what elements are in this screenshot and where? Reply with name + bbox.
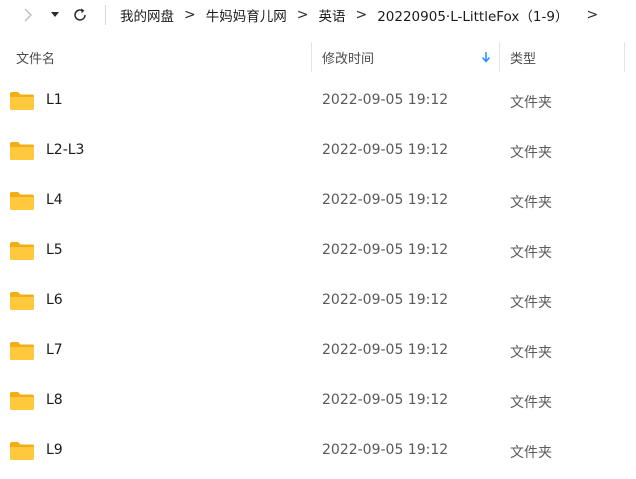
column-name-header[interactable]: 文件名 (16, 40, 296, 74)
file-date: 2022-09-05 19:12 (322, 92, 449, 108)
breadcrumb-separator-icon[interactable]: > (184, 7, 196, 23)
list-item[interactable]: L4 2022-09-05 19:12 文件夹 (0, 177, 636, 227)
file-explorer-window: 我的网盘 > 牛妈妈育儿网 > 英语 > 20220905·L-LittleFo… (0, 0, 636, 479)
list-item[interactable]: L8 2022-09-05 19:12 文件夹 (0, 377, 636, 427)
file-date: 2022-09-05 19:12 (322, 242, 449, 258)
sort-down-arrow-icon (481, 52, 491, 63)
file-name: L9 (46, 442, 63, 458)
folder-icon (10, 92, 34, 110)
folder-icon (10, 192, 34, 210)
breadcrumb-item[interactable]: 我的网盘 (120, 5, 174, 25)
file-type: 文件夹 (510, 245, 552, 261)
breadcrumb-item[interactable]: 牛妈妈育儿网 (206, 5, 287, 25)
refresh-icon (74, 8, 86, 21)
column-name-label: 文件名 (16, 51, 56, 67)
column-header: 文件名 修改时间 类型 (0, 40, 636, 74)
file-date: 2022-09-05 19:12 (322, 442, 449, 458)
column-date-label: 修改时间 (322, 51, 375, 67)
file-name: L4 (46, 192, 63, 208)
column-type-label: 类型 (510, 51, 537, 67)
forward-button[interactable] (20, 3, 36, 27)
file-name: L8 (46, 392, 63, 408)
breadcrumb-item[interactable]: 20220905·L-LittleFox（1-9） (377, 5, 568, 25)
address-bar: 我的网盘 > 牛妈妈育儿网 > 英语 > 20220905·L-LittleFo… (0, 0, 636, 30)
list-item[interactable]: L1 2022-09-05 19:12 文件夹 (0, 77, 636, 127)
file-date: 2022-09-05 19:12 (322, 342, 449, 358)
folder-icon (10, 342, 34, 360)
column-date-header[interactable]: 修改时间 (322, 40, 492, 74)
column-type-header[interactable]: 类型 (510, 40, 620, 74)
file-list: L1 2022-09-05 19:12 文件夹 L2-L3 2022-09-05… (0, 77, 636, 477)
file-name: L5 (46, 242, 63, 258)
list-item[interactable]: L2-L3 2022-09-05 19:12 文件夹 (0, 127, 636, 177)
breadcrumb: 我的网盘 > 牛妈妈育儿网 > 英语 > 20220905·L-LittleFo… (120, 0, 608, 30)
file-type: 文件夹 (510, 445, 552, 461)
file-type: 文件夹 (510, 395, 552, 411)
file-type: 文件夹 (510, 195, 552, 211)
file-type: 文件夹 (510, 295, 552, 311)
folder-icon (10, 392, 34, 410)
file-name: L7 (46, 342, 63, 358)
folder-icon (10, 442, 34, 460)
list-item[interactable]: L9 2022-09-05 19:12 文件夹 (0, 427, 636, 477)
column-divider[interactable] (311, 42, 312, 72)
column-divider[interactable] (499, 42, 500, 72)
recent-locations-button[interactable] (48, 3, 62, 27)
breadcrumb-separator-icon[interactable]: > (355, 7, 367, 23)
chevron-right-icon (24, 8, 32, 22)
breadcrumb-separator-icon[interactable]: > (586, 7, 598, 23)
breadcrumb-item[interactable]: 英语 (318, 5, 345, 25)
file-name: L2-L3 (46, 142, 85, 158)
folder-icon (10, 292, 34, 310)
address-divider (105, 5, 106, 25)
column-divider[interactable] (624, 42, 625, 72)
file-type: 文件夹 (510, 345, 552, 361)
file-date: 2022-09-05 19:12 (322, 142, 449, 158)
file-name: L1 (46, 92, 63, 108)
list-item[interactable]: L7 2022-09-05 19:12 文件夹 (0, 327, 636, 377)
file-name: L6 (46, 292, 63, 308)
file-type: 文件夹 (510, 145, 552, 161)
list-item[interactable]: L6 2022-09-05 19:12 文件夹 (0, 277, 636, 327)
file-date: 2022-09-05 19:12 (322, 392, 449, 408)
file-type: 文件夹 (510, 95, 552, 111)
breadcrumb-separator-icon[interactable]: > (297, 7, 309, 23)
refresh-button[interactable] (70, 3, 90, 27)
file-date: 2022-09-05 19:12 (322, 192, 449, 208)
folder-icon (10, 242, 34, 260)
file-date: 2022-09-05 19:12 (322, 292, 449, 308)
folder-icon (10, 142, 34, 160)
list-item[interactable]: L5 2022-09-05 19:12 文件夹 (0, 227, 636, 277)
chevron-down-icon (51, 12, 59, 17)
